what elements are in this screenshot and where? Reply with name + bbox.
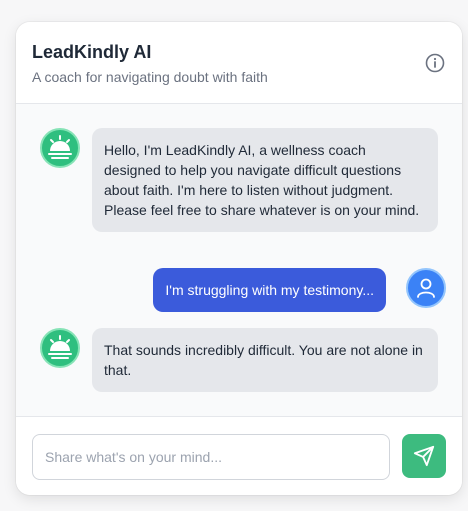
bot-avatar-icon: [40, 128, 80, 168]
chat-header: LeadKindly AI A coach for navigating dou…: [16, 22, 462, 104]
send-icon: [413, 445, 435, 467]
info-icon[interactable]: [424, 52, 446, 74]
chat-window: LeadKindly AI A coach for navigating dou…: [16, 22, 462, 495]
user-icon: [406, 268, 446, 308]
user-message: I'm struggling with my testimony...: [153, 268, 386, 312]
app-title: LeadKindly AI: [32, 42, 152, 62]
bot-avatar-icon: [40, 328, 80, 368]
composer: [16, 416, 462, 495]
bot-message: Hello, I'm LeadKindly AI, a wellness coa…: [92, 128, 438, 232]
send-button[interactable]: [402, 434, 446, 478]
message-list[interactable]: Hello, I'm LeadKindly AI, a wellness coa…: [16, 104, 462, 416]
app-subtitle: A coach for navigating doubt with faith: [32, 69, 268, 85]
message-input[interactable]: [32, 434, 390, 480]
bot-message: That sounds incredibly difficult. You ar…: [92, 328, 438, 392]
